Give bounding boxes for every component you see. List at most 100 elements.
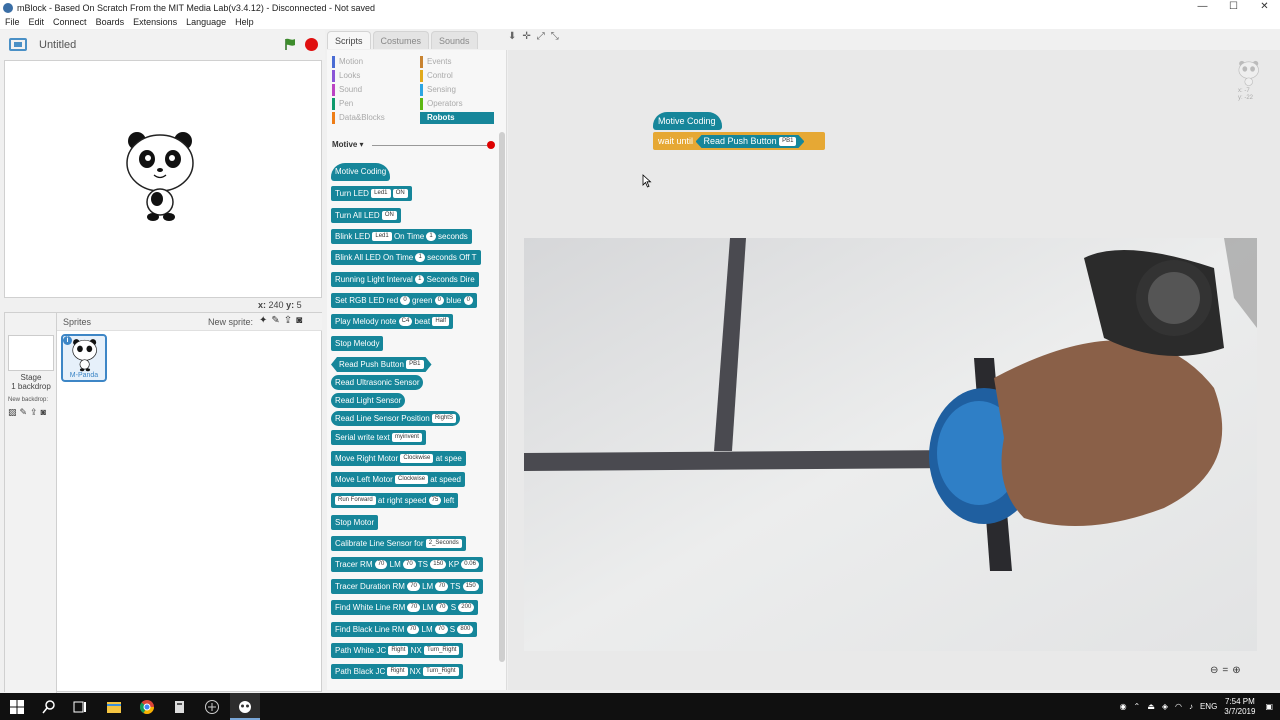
volume-icon[interactable]: ♪ bbox=[1189, 702, 1193, 711]
backdrop-paint-icon[interactable]: ✎ bbox=[20, 407, 28, 418]
block-read-light[interactable]: Read Light Sensor bbox=[331, 393, 406, 408]
menu-extensions[interactable]: Extensions bbox=[133, 15, 177, 29]
arduino-icon[interactable] bbox=[204, 699, 220, 715]
new-sprite-label: New sprite: bbox=[208, 317, 254, 327]
block-calibrate-line-sensor[interactable]: Calibrate Line Sensor for 2_Seconds bbox=[331, 536, 466, 551]
zoom-in-icon[interactable]: ⊕ bbox=[1232, 665, 1240, 676]
block-stop-motor[interactable]: Stop Motor bbox=[331, 515, 379, 530]
sprite-camera-icon[interactable]: ◙ bbox=[296, 315, 302, 326]
clock[interactable]: 7:54 PM 3/7/2019 bbox=[1224, 697, 1255, 717]
zoom-reset-icon[interactable]: = bbox=[1222, 665, 1228, 676]
tray-up-icon[interactable]: ⌃ bbox=[1134, 702, 1141, 711]
delete-icon[interactable]: ✛ bbox=[522, 31, 530, 49]
network-icon[interactable]: ◉ bbox=[1120, 702, 1127, 711]
search-icon[interactable] bbox=[41, 699, 57, 715]
wifi-icon[interactable]: ◠ bbox=[1175, 702, 1182, 711]
usb-icon[interactable]: ⏏ bbox=[1147, 702, 1155, 711]
stop-icon[interactable] bbox=[305, 38, 318, 51]
script-hat-motive-coding[interactable]: Motive Coding bbox=[653, 112, 722, 130]
shrink-icon[interactable]: ⤡ bbox=[551, 31, 559, 49]
panda-sprite[interactable] bbox=[125, 129, 197, 223]
backdrop-camera-icon[interactable]: ◙ bbox=[41, 407, 46, 418]
block-running-light[interactable]: Running Light Interval 1 Seconds Dire bbox=[331, 272, 479, 287]
project-title[interactable]: Untitled bbox=[39, 39, 76, 51]
sprite-paint-icon[interactable]: ✎ bbox=[271, 315, 279, 326]
menu-boards[interactable]: Boards bbox=[96, 15, 125, 29]
close-button[interactable]: ✕ bbox=[1249, 0, 1280, 15]
menu-connect[interactable]: Connect bbox=[53, 15, 87, 29]
stage-header: Untitled bbox=[0, 30, 325, 60]
block-list: Motive Coding Turn LED Led1 ON Turn All … bbox=[331, 0, 507, 690]
menu-language[interactable]: Language bbox=[186, 15, 226, 29]
block-tracer[interactable]: Tracer RM 70 LM 70 TS 150 KP 0.06 bbox=[331, 557, 483, 572]
stage-thumbnail[interactable] bbox=[8, 335, 54, 371]
backdrop-upload-icon[interactable]: ⇪ bbox=[30, 407, 38, 418]
block-serial-write[interactable]: Serial write text myinvent bbox=[331, 430, 426, 445]
file-explorer-icon[interactable] bbox=[106, 699, 122, 715]
block-tracer-duration[interactable]: Tracer Duration RM 70 LM 70 TS 150 bbox=[331, 579, 483, 594]
mblock-taskbar-button[interactable] bbox=[230, 693, 260, 720]
notification-icon[interactable]: ▣ bbox=[1265, 702, 1273, 711]
sprites-header: Sprites New sprite: ✦ ✎ ⇪ ◙ bbox=[57, 313, 322, 331]
menu-file[interactable]: File bbox=[5, 15, 20, 29]
stage-column: Stage 1 backdrop New backdrop: ▨ ✎ ⇪ ◙ bbox=[5, 313, 57, 693]
menu-help[interactable]: Help bbox=[235, 15, 254, 29]
system-tray: ◉ ⌃ ⏏ ◈ ◠ ♪ ENG 7:54 PM 3/7/2019 ▣ bbox=[1120, 693, 1280, 720]
block-turn-all-led[interactable]: Turn All LED ON bbox=[331, 208, 401, 223]
backdrop-library-icon[interactable]: ▨ bbox=[8, 407, 17, 418]
green-flag-icon[interactable] bbox=[284, 38, 296, 50]
block-turn-led[interactable]: Turn LED Led1 ON bbox=[331, 186, 412, 201]
script-wait-until[interactable]: wait until Read Push Button PB1 bbox=[653, 132, 825, 150]
block-path-white-jc[interactable]: Path White JC Right NX Turn_Right bbox=[331, 643, 464, 658]
zoom-tools: ⊖ = ⊕ bbox=[1210, 665, 1241, 676]
block-blink-led[interactable]: Blink LED Led1 On Time 1 seconds bbox=[331, 229, 472, 244]
app-icon[interactable] bbox=[172, 699, 188, 715]
script-toolbar: ⬇ ✛ ⤢ ⤡ bbox=[508, 31, 588, 49]
sprite-card-m-panda[interactable]: i M-Panda bbox=[61, 334, 107, 382]
mouse-cursor-icon bbox=[642, 174, 652, 188]
panda-sprite-icon bbox=[1238, 60, 1259, 86]
block-read-ultrasonic[interactable]: Read Ultrasonic Sensor bbox=[331, 375, 424, 390]
new-backdrop-label: New backdrop: bbox=[8, 397, 49, 403]
script-read-push-button[interactable]: Read Push Button PB1 bbox=[696, 135, 805, 148]
task-view-icon[interactable] bbox=[72, 699, 88, 715]
block-stop-melody[interactable]: Stop Melody bbox=[331, 336, 384, 351]
block-run-forward[interactable]: Run Forward at right speed 75 left bbox=[331, 493, 459, 508]
sprites-pane: Stage 1 backdrop New backdrop: ▨ ✎ ⇪ ◙ S… bbox=[4, 312, 322, 693]
info-icon[interactable]: i bbox=[63, 336, 72, 345]
block-find-black-line[interactable]: Find Black Line RM 70 LM 70 S 800 bbox=[331, 622, 478, 637]
grow-icon[interactable]: ⤢ bbox=[537, 31, 545, 49]
video-scene bbox=[524, 238, 1257, 651]
current-sprite-info: x: -7 y: -22 bbox=[1238, 60, 1262, 101]
windows-taskbar: ◉ ⌃ ⏏ ◈ ◠ ♪ ENG 7:54 PM 3/7/2019 ▣ bbox=[0, 693, 1280, 720]
stage-canvas[interactable] bbox=[4, 60, 322, 298]
sprite-name: M-Panda bbox=[69, 372, 99, 379]
language-indicator[interactable]: ENG bbox=[1200, 702, 1217, 711]
block-play-melody[interactable]: Play Melody note C4 beat Half bbox=[331, 314, 453, 329]
sprite-library-icon[interactable]: ✦ bbox=[259, 315, 267, 326]
block-find-white-line[interactable]: Find White Line RM 70 LM 70 S 200 bbox=[331, 600, 479, 615]
block-set-rgb-led[interactable]: Set RGB LED red 0 green 0 blue 0 bbox=[331, 293, 477, 308]
mblock-icon bbox=[239, 701, 251, 713]
block-move-right-motor[interactable]: Move Right Motor Clockwise at spee bbox=[331, 451, 466, 466]
menu-edit[interactable]: Edit bbox=[29, 15, 45, 29]
block-read-push-button[interactable]: Read Push Button PB1 bbox=[331, 357, 432, 372]
block-blink-all-led[interactable]: Blink All LED On Time 1 seconds Off T bbox=[331, 250, 481, 265]
window-title: mBlock - Based On Scratch From the MIT M… bbox=[17, 2, 375, 13]
tray-app-icon[interactable]: ◈ bbox=[1162, 702, 1168, 711]
mouse-coordinates: x: 240 y: 5 bbox=[258, 300, 302, 310]
maximize-button[interactable]: ☐ bbox=[1218, 0, 1249, 15]
stage-label: Stage 1 backdrop bbox=[11, 373, 51, 391]
block-move-left-motor[interactable]: Move Left Motor Clockwise at speed bbox=[331, 472, 465, 487]
zoom-out-icon[interactable]: ⊖ bbox=[1210, 665, 1218, 676]
sprite-upload-icon[interactable]: ⇪ bbox=[284, 315, 292, 326]
block-motive-coding[interactable]: Motive Coding bbox=[331, 163, 391, 181]
chrome-icon[interactable] bbox=[139, 699, 155, 715]
block-path-black-jc[interactable]: Path Black JC Right NX Turn_Right bbox=[331, 664, 463, 679]
block-read-line-position[interactable]: Read Line Sensor Position RightS bbox=[331, 411, 460, 426]
windows-start-icon[interactable] bbox=[9, 699, 25, 715]
duplicate-icon[interactable]: ⬇ bbox=[508, 31, 516, 49]
minimize-button[interactable]: — bbox=[1187, 0, 1218, 15]
menu-bar: File Edit Connect Boards Extensions Lang… bbox=[0, 15, 1280, 29]
presentation-mode-icon[interactable] bbox=[9, 38, 27, 51]
